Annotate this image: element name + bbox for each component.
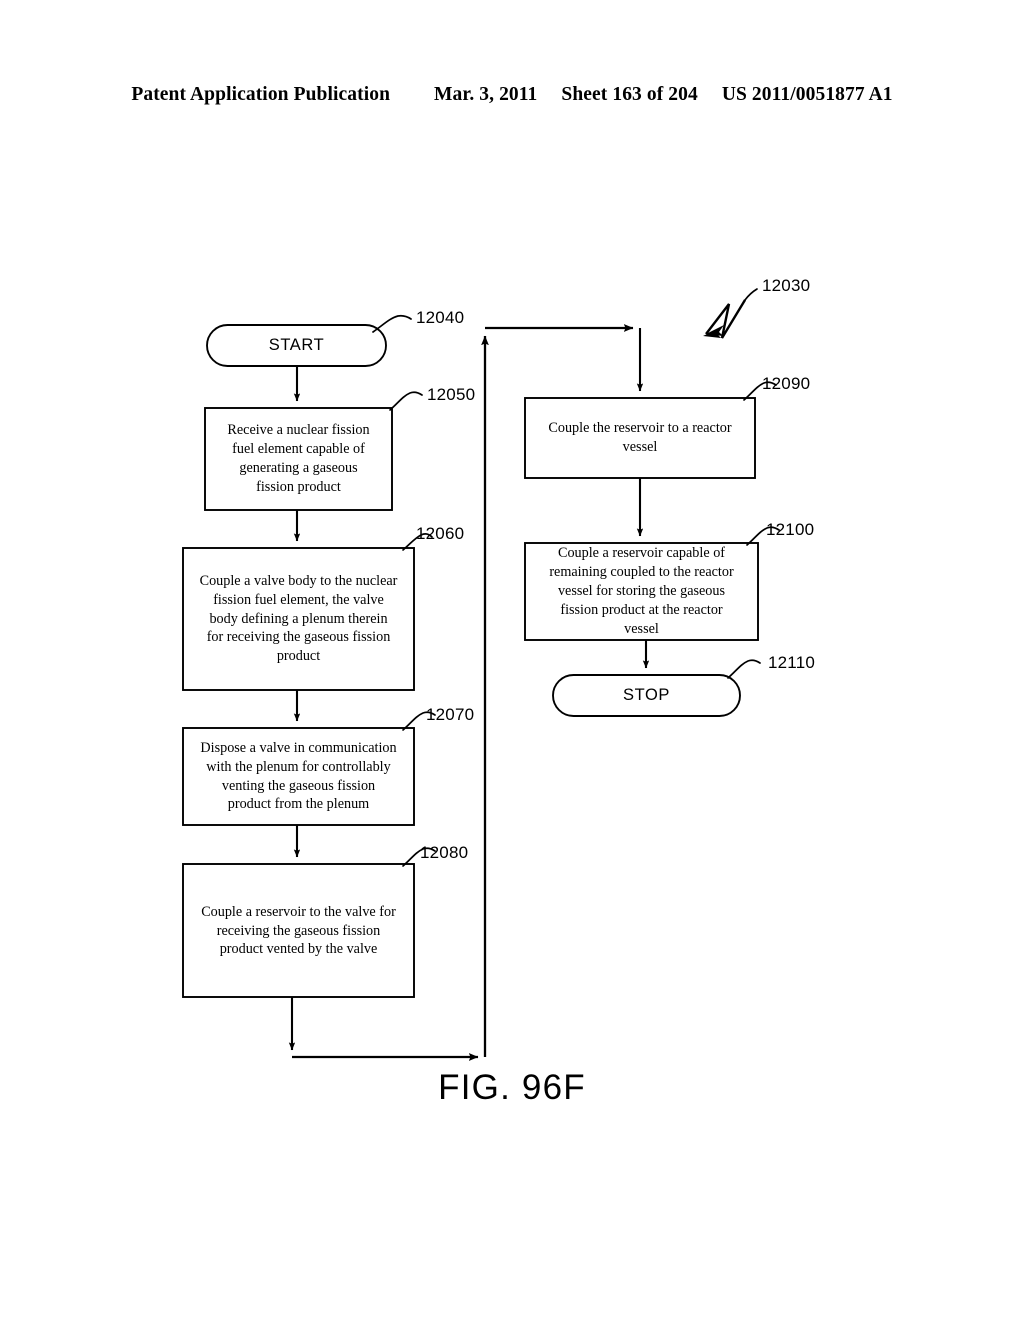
ref-numeral-12100: 12100 (766, 520, 815, 539)
figure-caption: FIG. 96F (438, 1068, 586, 1107)
ref-numeral-12110: 12110 (768, 653, 816, 672)
ref-numeral-12050: 12050 (427, 385, 476, 404)
lead-line-12030 (744, 288, 758, 301)
node-12090-shape (524, 397, 756, 479)
ref-numeral-12090: 12090 (762, 374, 811, 393)
lead-line-12050 (389, 391, 423, 411)
ref-numeral-12030: 12030 (762, 276, 811, 295)
node-12050-shape (204, 407, 393, 511)
ref-numeral-12040: 12040 (416, 308, 465, 327)
node-stop-shape (552, 674, 741, 717)
ref-numeral-12060: 12060 (416, 524, 465, 543)
diagram-pointer-arrowhead (703, 325, 724, 338)
flowchart-drawing (182, 288, 780, 1061)
node-12080-shape (182, 863, 415, 998)
ref-numeral-12080: 12080 (420, 843, 469, 862)
node-12070-shape (182, 727, 415, 826)
ref-numeral-12070: 12070 (426, 705, 475, 724)
node-start-shape (206, 324, 387, 367)
node-12060-shape (182, 547, 415, 691)
lead-line-12110 (727, 659, 761, 679)
node-12100-shape (524, 542, 759, 641)
patent-figure-page: Patent Application Publication Mar. 3, 2… (0, 0, 1024, 1320)
